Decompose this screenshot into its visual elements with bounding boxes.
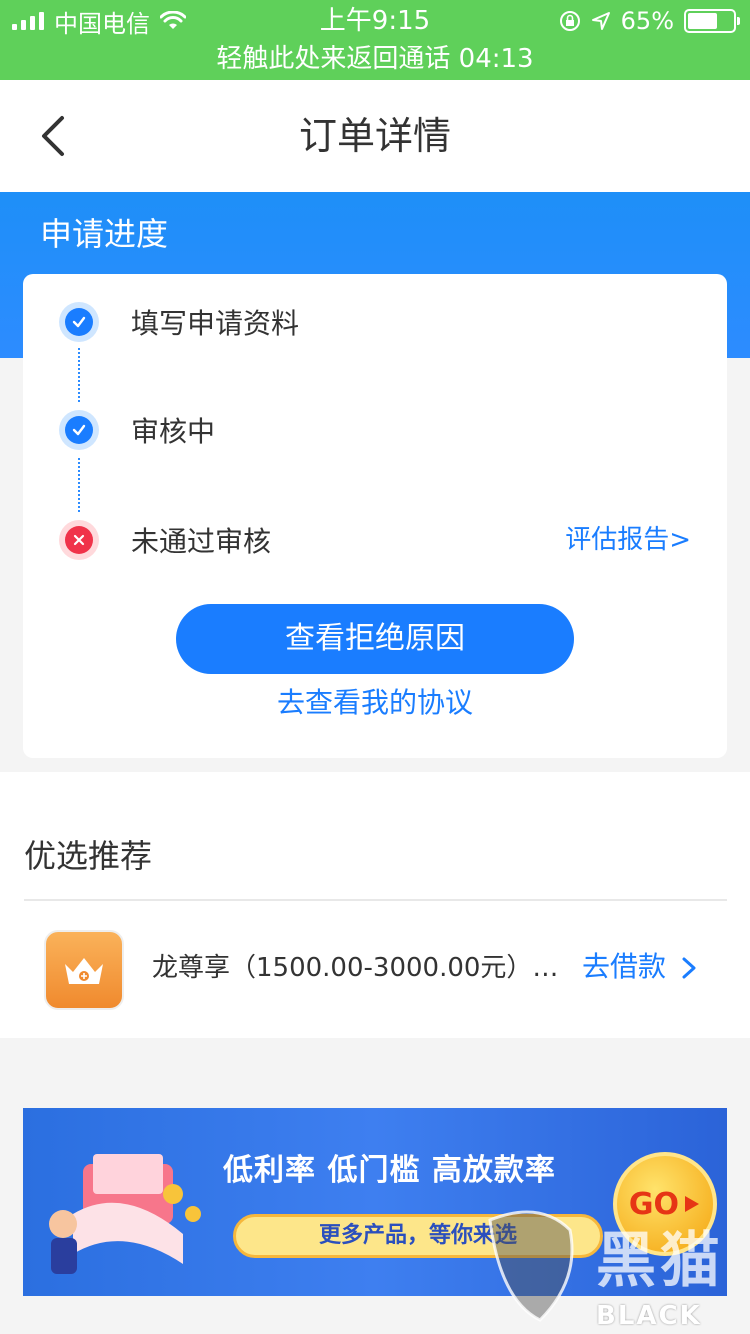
- crown-app-icon: [44, 930, 124, 1010]
- check-icon: [59, 302, 99, 342]
- step-connector: [78, 458, 80, 512]
- divider: [24, 899, 727, 901]
- return-to-call-banner[interactable]: 轻触此处来返回通话 04:13: [0, 40, 750, 78]
- step-connector: [78, 348, 80, 402]
- watermark-cn: 黑猫: [596, 1226, 724, 1296]
- banner-headline: 低利率 低门槛 高放款率: [223, 1153, 556, 1188]
- banner-illustration: [49, 1154, 201, 1274]
- recommend-title: 优选推荐: [24, 837, 153, 875]
- chevron-right-icon: [682, 957, 696, 979]
- nav-bar: 订单详情: [0, 80, 750, 192]
- step-rejected: 未通过审核: [59, 518, 271, 562]
- list-item[interactable]: 龙尊享（1500.00-3000.00元）额度 去借款: [0, 928, 750, 1012]
- product-name: 龙尊享（1500.00-3000.00元）额度: [152, 953, 562, 983]
- step-fill-info: 填写申请资料: [59, 300, 299, 344]
- check-icon: [59, 410, 99, 450]
- step-label: 填写申请资料: [131, 307, 300, 340]
- watermark-en: BLACK CAT: [596, 1301, 702, 1334]
- close-icon: [59, 520, 99, 560]
- step-label: 审核中: [131, 415, 216, 448]
- view-agreement-link[interactable]: 去查看我的协议: [23, 684, 727, 722]
- step-label: 未通过审核: [131, 525, 272, 558]
- status-right: 65%: [559, 6, 740, 36]
- location-icon: [591, 12, 610, 30]
- status-bar: 中国电信 上午9:15 65% 轻触此处来返回通话 04:13: [0, 0, 750, 80]
- progress-section-title: 申请进度: [40, 215, 169, 253]
- step-reviewing: 审核中: [59, 408, 215, 452]
- rotation-lock-icon: [559, 11, 580, 31]
- borrow-link[interactable]: 去借款: [582, 948, 666, 986]
- page-title: 订单详情: [298, 114, 451, 158]
- battery-icon: [684, 9, 740, 33]
- recommend-section: 优选推荐 龙尊享（1500.00-3000.00元）额度 去借款: [0, 772, 750, 1038]
- progress-card: 填写申请资料 审核中 未通过审核 评估报告> 查看拒绝原因 去查看我的协议: [23, 274, 727, 758]
- assessment-report-link[interactable]: 评估报告>: [565, 522, 691, 558]
- battery-percent: 65%: [620, 7, 674, 35]
- view-rejection-reason-button[interactable]: 查看拒绝原因: [176, 604, 574, 674]
